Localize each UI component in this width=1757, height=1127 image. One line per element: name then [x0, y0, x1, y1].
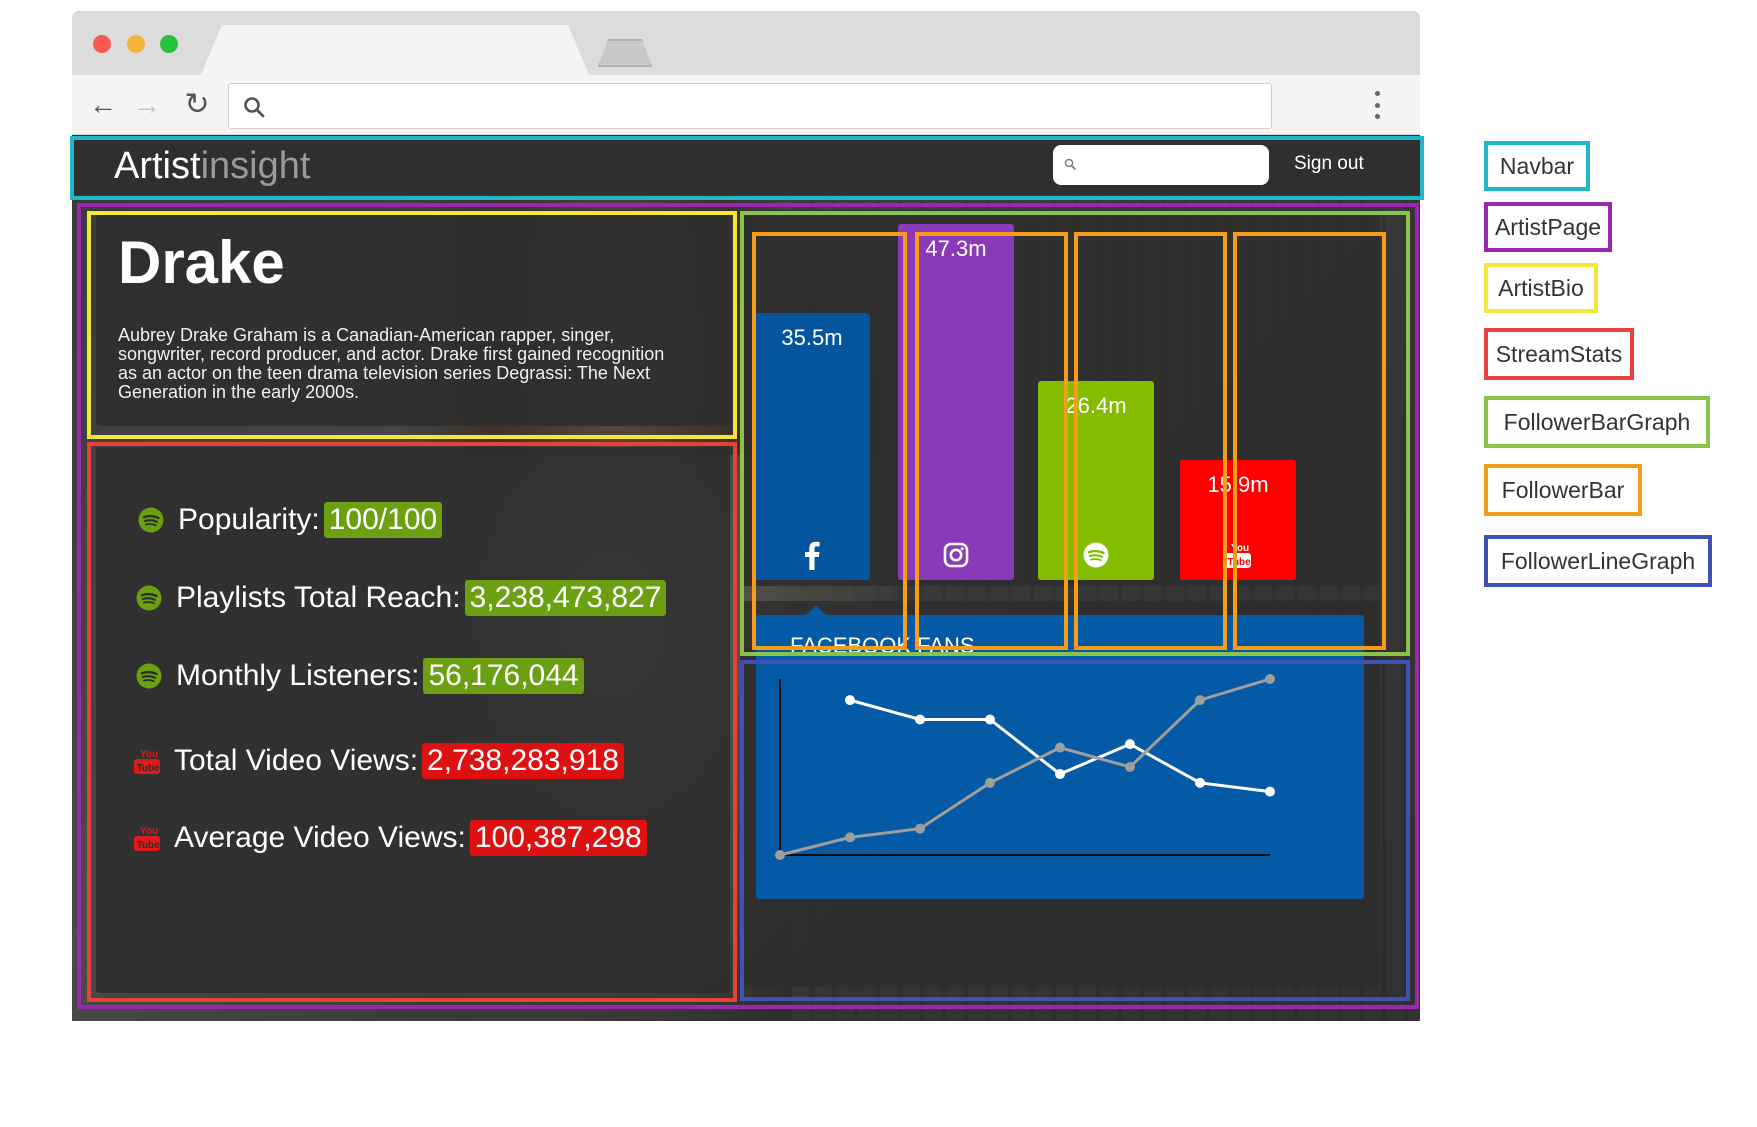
spotify-icon [136, 505, 166, 535]
data-point[interactable] [775, 850, 785, 860]
legend-navbar: Navbar [1484, 141, 1590, 191]
stat-label: Total Video Views: [174, 744, 419, 777]
follower-count: 35.5m [781, 325, 843, 350]
legend-stream-stats: StreamStats [1484, 328, 1634, 380]
stat-total-video-views: You Tube Total Video Views: 2,738,283,918 [132, 743, 624, 779]
artist-bio: Drake Aubrey Drake Graham is a Canadian-… [96, 210, 730, 426]
data-point[interactable] [845, 832, 855, 843]
stat-popularity: Popularity: 100/100 [136, 502, 443, 538]
spotify-icon [134, 583, 164, 613]
brand-logo[interactable]: Artistinsight [114, 145, 310, 188]
spotify-icon [1081, 540, 1111, 570]
data-point[interactable] [1265, 786, 1275, 797]
browser-tab-active[interactable] [200, 25, 590, 77]
data-point[interactable] [1125, 739, 1135, 750]
facebook-icon [797, 540, 827, 570]
line-chart-panel: FACEBOOK FANS [756, 605, 1364, 899]
follower-bar-instagram[interactable]: 47.3m [898, 224, 1014, 580]
panel-caret [806, 605, 826, 615]
stat-value: 2,738,283,918 [422, 743, 624, 779]
stat-monthly-listeners: Monthly Listeners: 56,176,044 [134, 658, 584, 694]
follower-bar-youtube[interactable]: 15.9m You Tube [1180, 460, 1296, 580]
svg-text:You: You [140, 749, 158, 760]
forward-arrow-icon[interactable]: → [130, 88, 164, 122]
legend-follower-bar: FollowerBar [1484, 464, 1642, 516]
data-point[interactable] [1125, 762, 1135, 772]
stat-label: Playlists Total Reach: [176, 581, 461, 614]
new-tab-button[interactable] [598, 39, 652, 67]
search-icon [244, 97, 265, 118]
stat-average-video-views: You Tube Average Video Views: 100,387,298 [132, 820, 647, 856]
address-bar[interactable] [228, 83, 1272, 129]
svg-text:Tube: Tube [1228, 557, 1252, 568]
svg-text:Tube: Tube [137, 840, 161, 851]
follower-count: 26.4m [1065, 393, 1127, 418]
reload-icon[interactable]: ↻ [180, 88, 214, 122]
stat-value: 56,176,044 [423, 658, 584, 694]
browser-menu-icon[interactable] [1372, 91, 1382, 119]
follower-bar-graph: 35.5m 47.3m 26.4m 15.9m You Tube [740, 210, 1380, 586]
data-point[interactable] [915, 823, 925, 834]
back-arrow-icon[interactable]: ← [86, 88, 120, 122]
data-point[interactable] [1055, 742, 1065, 753]
stat-value: 100/100 [323, 502, 443, 538]
search-icon [1064, 158, 1076, 170]
artist-bio-text: Aubrey Drake Graham is a Canadian-Americ… [118, 325, 665, 402]
instagram-icon [941, 540, 971, 570]
legend-artist-bio: ArtistBio [1484, 263, 1598, 313]
minimize-window-button[interactable] [127, 35, 145, 53]
legend-follower-line-graph: FollowerLineGraph [1484, 535, 1712, 587]
follower-bar-facebook[interactable]: 35.5m [754, 313, 870, 580]
svg-text:Tube: Tube [137, 763, 161, 774]
data-point[interactable] [985, 777, 995, 788]
stream-stats: Popularity: 100/100 Playlists Total Reac… [96, 447, 730, 993]
data-point[interactable] [915, 714, 925, 725]
data-point[interactable] [985, 714, 995, 725]
data-point[interactable] [845, 695, 855, 706]
sign-out-link[interactable]: Sign out [1294, 153, 1364, 175]
browser-toolbar: ← → ↻ [72, 75, 1420, 135]
data-point[interactable] [1055, 769, 1065, 780]
brand-name-light: insight [200, 145, 311, 187]
stat-label: Monthly Listeners: [176, 659, 420, 692]
legend-follower-bar-graph: FollowerBarGraph [1484, 396, 1710, 448]
series-line-2 [779, 677, 1271, 857]
legend-artist-page: ArtistPage [1484, 202, 1612, 252]
stat-value: 100,387,298 [469, 820, 647, 856]
follower-line-graph: FACEBOOK FANS [740, 601, 1380, 987]
follower-count: 47.3m [925, 236, 987, 261]
artist-search[interactable] [1053, 145, 1269, 185]
line-chart [775, 674, 1275, 860]
stat-label: Popularity: [178, 503, 320, 536]
artist-page: Drake Aubrey Drake Graham is a Canadian-… [72, 195, 1420, 1021]
artist-search-input[interactable] [1083, 151, 1259, 179]
maximize-window-button[interactable] [160, 35, 178, 53]
data-point[interactable] [1195, 695, 1205, 706]
data-point[interactable] [1265, 674, 1275, 684]
artist-name: Drake [118, 229, 285, 296]
browser-window: ← → ↻ Artistinsight Sign out Drake Aubre… [72, 11, 1420, 1021]
close-window-button[interactable] [93, 35, 111, 53]
stat-value: 3,238,473,827 [464, 580, 667, 616]
follower-bar-spotify[interactable]: 26.4m [1038, 381, 1154, 580]
svg-text:You: You [1231, 543, 1249, 554]
youtube-icon: You Tube [132, 746, 162, 776]
spotify-icon [134, 661, 164, 691]
stat-label: Average Video Views: [174, 821, 466, 854]
data-point[interactable] [1195, 777, 1205, 788]
stat-playlists-reach: Playlists Total Reach: 3,238,473,827 [134, 580, 667, 616]
navbar: Artistinsight Sign out [72, 135, 1420, 195]
youtube-icon: You Tube [1223, 540, 1253, 570]
brand-name-bold: Artist [114, 145, 201, 187]
svg-text:You: You [140, 826, 158, 837]
follower-count: 15.9m [1207, 472, 1269, 497]
browser-titlebar [72, 11, 1420, 77]
youtube-icon: You Tube [132, 823, 162, 853]
